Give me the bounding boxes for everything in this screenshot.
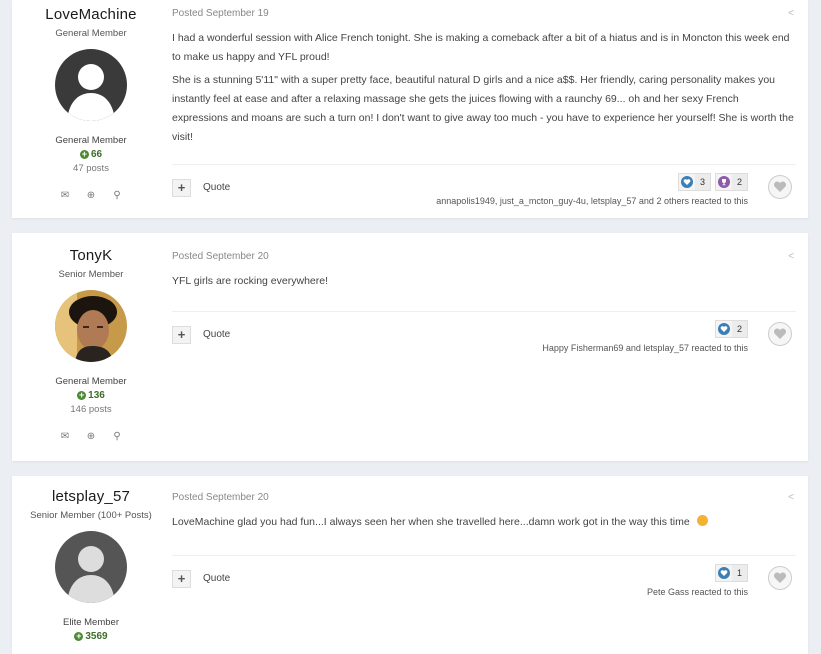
share-icon[interactable]: < — [788, 8, 794, 19]
heart-outline-icon — [773, 328, 787, 339]
member-group: General Member — [55, 135, 127, 146]
post-count: 47 posts — [73, 163, 109, 174]
post-content: Posted September 20 < YFL girls are rock… — [172, 233, 796, 461]
reacted-users[interactable]: annapolis1949, just_a_mcton_guy-4u, lets… — [436, 196, 748, 206]
author-title: Senior Member — [58, 269, 124, 280]
reputation-count: 136 — [88, 390, 105, 401]
post-paragraph: YFL girls are rocking everywhere! — [172, 275, 329, 287]
heart-icon — [716, 321, 732, 337]
react-button[interactable] — [768, 566, 792, 590]
plus-circle-icon[interactable]: ⊕ — [85, 431, 97, 442]
post-body: YFL girls are rocking everywhere! — [172, 272, 796, 291]
share-icon[interactable]: < — [788, 251, 794, 262]
plus-icon: + — [74, 631, 84, 641]
post-paragraph: LoveMachine glad you had fun...I always … — [172, 513, 796, 532]
author-title: Senior Member (100+ Posts) — [30, 510, 152, 521]
multiquote-button[interactable]: + — [172, 326, 191, 344]
plus-circle-icon[interactable]: ⊕ — [85, 190, 97, 201]
react-button[interactable] — [768, 175, 792, 199]
post-body: LoveMachine glad you had fun...I always … — [172, 513, 796, 532]
reaction-like[interactable]: 3 — [677, 173, 711, 191]
reputation-badge: +136 — [12, 390, 170, 401]
reaction-summary[interactable]: 2 — [714, 320, 748, 338]
post-date[interactable]: Posted September 20 — [172, 492, 796, 503]
reaction-like[interactable]: 1 — [714, 564, 748, 582]
share-icon[interactable]: < — [788, 492, 794, 503]
reaction-trophy[interactable]: 2 — [714, 173, 748, 191]
reacted-users[interactable]: Pete Gass reacted to this — [647, 587, 748, 597]
plus-icon: + — [77, 390, 87, 400]
author-panel: LoveMachine General Member General Membe… — [12, 0, 170, 201]
reputation-count: 66 — [90, 149, 103, 160]
post-footer: + Quote 2 Happy Fisherman69 and letsplay… — [172, 311, 796, 358]
plus-icon: + — [79, 149, 89, 159]
post-content: Posted September 19 < I had a wonderful … — [172, 0, 796, 218]
post-paragraph: I had a wonderful session with Alice Fre… — [172, 32, 790, 63]
author-actions: ✉ ⊕ ⚲ — [12, 431, 170, 442]
heart-outline-icon — [773, 572, 787, 583]
multiquote-button[interactable]: + — [172, 179, 191, 197]
post-count: 146 posts — [70, 404, 112, 415]
reaction-count: 1 — [731, 565, 747, 581]
reputation-badge: +66 — [12, 149, 170, 160]
author-title: General Member — [55, 28, 127, 39]
multiquote-button[interactable]: + — [172, 570, 191, 588]
reaction-summary[interactable]: 3 2 — [677, 173, 748, 191]
heart-icon — [716, 565, 732, 581]
reaction-like[interactable]: 2 — [714, 320, 748, 338]
author-panel: TonyK Senior Member General Member +136 … — [12, 233, 170, 442]
post-body: I had a wonderful session with Alice Fre… — [172, 29, 796, 147]
post-content: Posted September 20 < LoveMachine glad y… — [172, 476, 796, 654]
author-panel: letsplay_57 Senior Member (100+ Posts) E… — [12, 476, 170, 642]
post-date[interactable]: Posted September 20 — [172, 251, 796, 262]
member-group: Elite Member — [63, 617, 119, 628]
avatar[interactable] — [55, 531, 127, 603]
quote-button[interactable]: Quote — [203, 573, 230, 584]
avatar[interactable] — [55, 49, 127, 121]
reacted-users[interactable]: Happy Fisherman69 and letsplay_57 reacte… — [542, 343, 748, 353]
trophy-icon — [716, 174, 732, 190]
reaction-count: 2 — [731, 321, 747, 337]
author-name[interactable]: LoveMachine — [12, 6, 170, 23]
quote-button[interactable]: Quote — [203, 182, 230, 193]
search-icon[interactable]: ⚲ — [111, 190, 123, 201]
sad-emoji-icon — [696, 515, 708, 526]
post-paragraph: She is a stunning 5'11" with a super pre… — [172, 74, 794, 143]
member-group: General Member — [55, 376, 127, 387]
post-footer: + Quote 1 Pete Gass reacted to this — [172, 555, 796, 602]
author-actions: ✉ ⊕ ⚲ — [12, 190, 170, 201]
reputation-count: 3569 — [85, 631, 108, 642]
reputation-badge: +3569 — [12, 631, 170, 642]
envelope-icon[interactable]: ✉ — [59, 190, 71, 201]
heart-outline-icon — [773, 181, 787, 192]
post-footer: + Quote 3 2 annapolis1949, just_a_mcton_… — [172, 164, 796, 211]
author-name[interactable]: letsplay_57 — [12, 488, 170, 505]
post: TonyK Senior Member General Member +136 … — [12, 233, 808, 461]
reaction-summary[interactable]: 1 — [714, 564, 748, 582]
react-button[interactable] — [768, 322, 792, 346]
quote-button[interactable]: Quote — [203, 329, 230, 340]
heart-icon — [679, 174, 695, 190]
post: letsplay_57 Senior Member (100+ Posts) E… — [12, 476, 808, 654]
reaction-count: 3 — [694, 174, 710, 190]
author-name[interactable]: TonyK — [12, 247, 170, 264]
envelope-icon[interactable]: ✉ — [59, 431, 71, 442]
post: LoveMachine General Member General Membe… — [12, 0, 808, 218]
post-date[interactable]: Posted September 19 — [172, 8, 796, 19]
avatar[interactable] — [55, 290, 127, 362]
post-paragraph-text: LoveMachine glad you had fun...I always … — [172, 516, 693, 528]
reaction-count: 2 — [731, 174, 747, 190]
search-icon[interactable]: ⚲ — [111, 431, 123, 442]
